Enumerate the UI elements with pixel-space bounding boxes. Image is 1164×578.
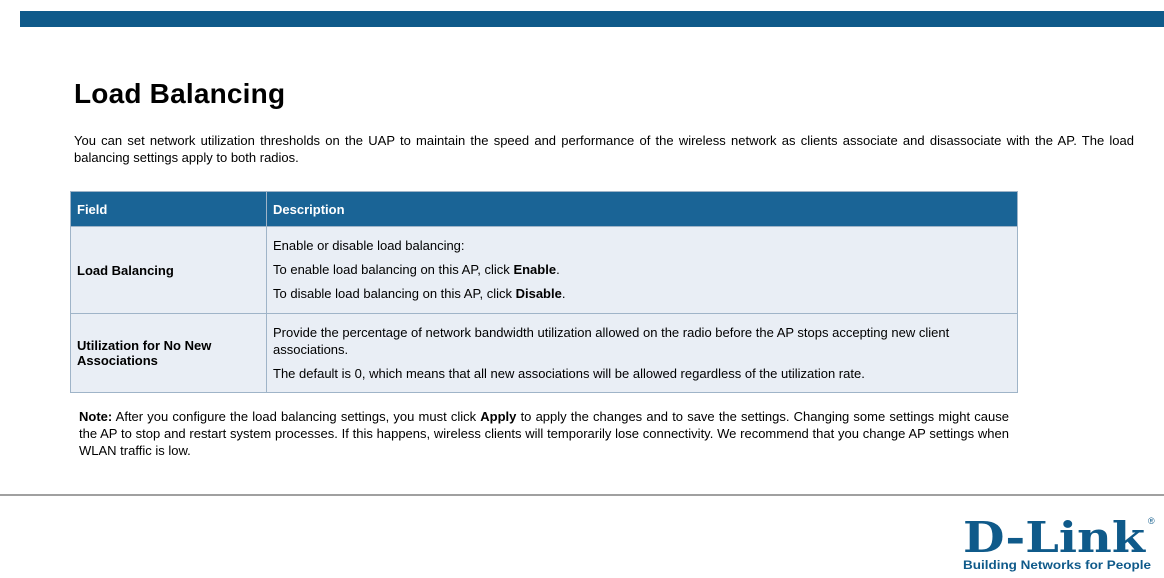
footer-divider: [0, 494, 1164, 496]
disable-label: Disable: [515, 286, 562, 301]
description-text: .: [561, 286, 566, 301]
description-line: The default is 0, which means that all n…: [273, 362, 1011, 386]
description-line: Enable or disable load balancing:: [273, 234, 1011, 258]
note-paragraph: Note: After you configure the load balan…: [79, 408, 1009, 459]
description-text: Enable or disable load balancing:: [273, 238, 465, 253]
logo-tagline: Building Networks for People: [963, 558, 1151, 572]
description-line: To disable load balancing on this AP, cl…: [273, 282, 1011, 306]
intro-paragraph: You can set network utilization threshol…: [74, 133, 1134, 165]
field-cell: Utilization for No New Associations: [70, 313, 267, 393]
note-label: Note:: [79, 409, 113, 424]
description-text: To enable load balancing on this AP, cli…: [273, 262, 514, 277]
enable-label: Enable: [513, 262, 557, 277]
table-row: Utilization for No New Associations Prov…: [70, 313, 1018, 393]
description-line: To enable load balancing on this AP, cli…: [273, 258, 1011, 282]
description-text: .: [556, 262, 560, 277]
description-cell: Enable or disable load balancing: To ena…: [266, 226, 1018, 314]
description-cell: Provide the percentage of network bandwi…: [266, 313, 1018, 393]
top-banner-bar: [20, 11, 1164, 27]
description-text: The default is 0, which means that all n…: [273, 365, 865, 381]
field-description-table: Field Description Load Balancing Enable …: [70, 191, 1018, 393]
logo-registered-mark: ®: [1148, 516, 1155, 526]
description-column-header: Description: [266, 191, 1018, 227]
description-text: Provide the percentage of network bandwi…: [273, 324, 950, 357]
note-text: After you configure the load balancing s…: [112, 409, 481, 424]
description-text: To disable load balancing on this AP, cl…: [273, 286, 516, 301]
field-cell: Load Balancing: [70, 226, 267, 314]
field-column-header: Field: [70, 191, 267, 227]
description-line: Provide the percentage of network bandwi…: [273, 321, 1011, 362]
table-header-row: Field Description: [70, 191, 1018, 227]
dlink-logo: D-Link ® Building Networks for People: [963, 513, 1155, 572]
logo-brand: D-Link: [963, 513, 1146, 562]
page-title: Load Balancing: [74, 78, 286, 109]
apply-label: Apply: [480, 409, 517, 424]
table-row: Load Balancing Enable or disable load ba…: [70, 226, 1018, 314]
